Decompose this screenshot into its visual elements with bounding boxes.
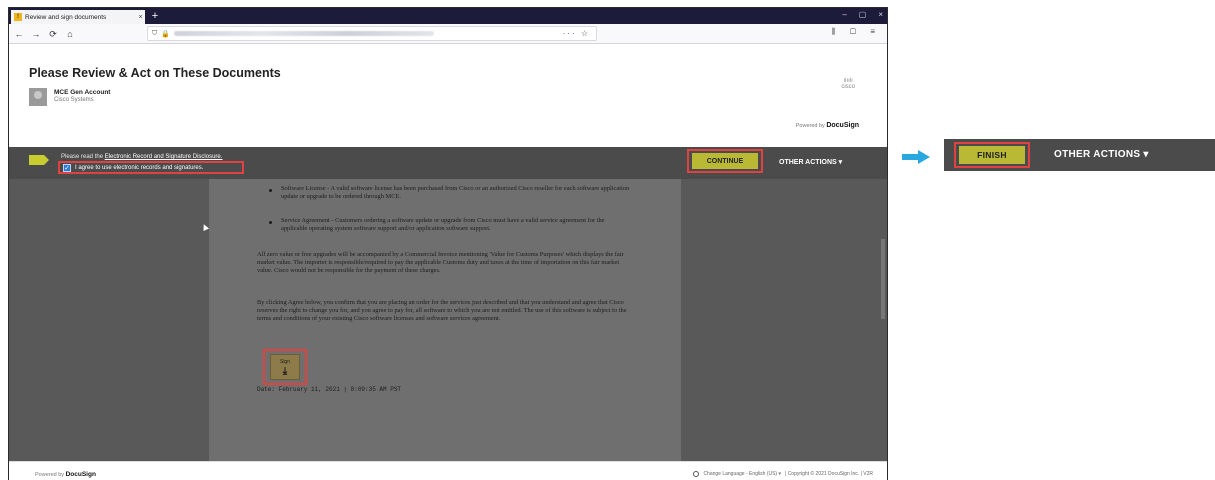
page-footer: Powered by DocuSign Change Language - En… <box>9 461 887 480</box>
finish-highlight: FINISH <box>954 142 1030 168</box>
arrow-right-icon <box>902 150 930 164</box>
sign-here-tag[interactable]: Sign ⤓ <box>270 354 300 380</box>
action-bar: Please read the Electronic Record and Si… <box>9 147 887 179</box>
page-title: Please Review & Act on These Documents <box>29 66 281 80</box>
document-page: Software License - A valid software lice… <box>209 179 681 461</box>
start-flag-icon <box>29 155 49 165</box>
browser-tab[interactable]: ! Review and sign documents × <box>11 10 145 24</box>
close-window-icon[interactable]: × <box>878 10 883 19</box>
tab-title: Review and sign documents <box>25 13 107 21</box>
document-viewer: Software License - A valid software lice… <box>9 179 887 461</box>
avatar <box>29 88 47 106</box>
mouse-cursor-icon <box>201 223 209 231</box>
continue-button[interactable]: CONTINUE <box>692 153 758 169</box>
browser-toolbar: ← → ⟳ ⌂ ⛉ 🔒 ··· ☆ ⫼ ▢ ≡ <box>9 24 887 44</box>
docusign-header: Please Review & Act on These Documents M… <box>9 44 887 147</box>
home-icon[interactable]: ⌂ <box>63 26 77 42</box>
footer-links: Change Language - English (US) ▾ | Copyr… <box>693 471 873 477</box>
agree-checkbox[interactable]: ✓ <box>63 163 71 172</box>
globe-icon <box>693 471 700 477</box>
address-bar[interactable]: ⛉ 🔒 ··· ☆ <box>147 26 597 41</box>
docusign-favicon-icon: ! <box>14 13 22 21</box>
continue-highlight: CONTINUE <box>687 149 763 173</box>
new-tab-button[interactable]: + <box>149 10 161 22</box>
forward-icon[interactable]: → <box>29 26 43 42</box>
other-actions-menu[interactable]: OTHER ACTIONS ▾ <box>1054 149 1149 160</box>
signature-date: Date: February 11, 2021 | 8:09:35 AM PST <box>257 386 402 393</box>
back-icon[interactable]: ← <box>12 26 26 42</box>
reload-icon[interactable]: ⟳ <box>46 26 60 42</box>
browser-window: ! Review and sign documents × + – ▢ × ← … <box>8 7 888 480</box>
minimize-icon[interactable]: – <box>842 10 846 19</box>
sender-company: Cisco Systems <box>54 97 94 103</box>
blurred-url <box>173 31 434 36</box>
page-actions-icon[interactable]: ··· ☆ <box>563 27 590 41</box>
scrollbar[interactable] <box>881 239 885 319</box>
sign-highlight: Sign ⤓ <box>263 349 307 385</box>
doc-bullet-software-license: Software License - A valid software lice… <box>281 185 630 201</box>
disclosure-text: Please read the Electronic Record and Si… <box>61 154 223 160</box>
other-actions-menu[interactable]: OTHER ACTIONS ▾ <box>779 158 842 166</box>
library-icons[interactable]: ⫼ ▢ ≡ <box>832 27 881 37</box>
finish-button[interactable]: FINISH <box>959 146 1025 164</box>
download-arrow-icon: ⤓ <box>282 365 288 377</box>
copyright-text: | Copyright © 2021 DocuSign Inc. | V2R <box>785 471 873 477</box>
screenshot-stage: ! Review and sign documents × + – ▢ × ← … <box>0 0 1215 480</box>
shield-icon: ⛉ <box>152 29 158 37</box>
footer-powered-by: Powered by DocuSign <box>35 471 96 478</box>
doc-paragraph-agreement: By clicking Agree below, you confirm tha… <box>257 299 627 323</box>
window-controls: – ▢ × <box>842 10 883 19</box>
change-language-menu[interactable]: Change Language - English (US) ▾ <box>703 471 781 477</box>
doc-paragraph-invoice: All zero value or free upgrades will be … <box>257 251 624 275</box>
agree-label: I agree to use electronic records and si… <box>75 164 204 171</box>
powered-by: Powered by DocuSign <box>795 122 859 129</box>
docusign-logo: DocuSign <box>65 471 96 478</box>
doc-bullet-service-agreement: Service Agreement - Customers ordering a… <box>281 217 605 233</box>
cisco-logo: ılıılı cisco <box>841 78 855 90</box>
agree-checkbox-row[interactable]: ✓ I agree to use electronic records and … <box>58 161 244 174</box>
lock-icon: 🔒 <box>161 30 170 38</box>
bullet-icon <box>269 189 272 192</box>
sender-name: MCE Gen Account <box>54 89 111 96</box>
maximize-icon[interactable]: ▢ <box>859 10 867 19</box>
bullet-icon <box>269 221 272 224</box>
disclosure-link[interactable]: Electronic Record and Signature Disclosu… <box>105 154 223 160</box>
tab-strip: ! Review and sign documents × + – ▢ × <box>9 8 887 24</box>
tab-close-icon[interactable]: × <box>136 14 145 21</box>
sign-label: Sign <box>279 358 290 365</box>
finish-action-bar: FINISH OTHER ACTIONS ▾ <box>944 139 1215 171</box>
docusign-logo: DocuSign <box>826 122 859 129</box>
cisco-logo-text: cisco <box>841 84 855 90</box>
